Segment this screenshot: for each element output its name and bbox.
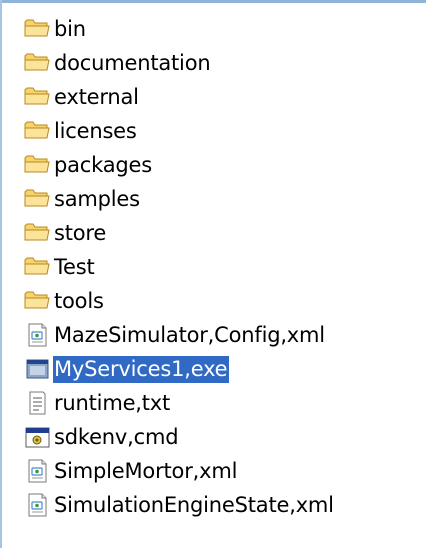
exe-file-icon — [23, 356, 53, 382]
list-item-folder-samples[interactable]: samples — [23, 182, 336, 216]
text-file-icon — [23, 390, 53, 416]
list-item-folder-tools[interactable]: tools — [23, 284, 336, 318]
list-item-folder-documentation[interactable]: documentation — [23, 46, 336, 80]
folder-icon — [23, 186, 53, 212]
item-label: MyServices1,exe — [53, 355, 230, 383]
xml-file-icon — [23, 322, 53, 348]
item-label: tools — [54, 288, 104, 313]
folder-icon — [23, 288, 53, 314]
xml-file-icon — [23, 492, 53, 518]
item-label: store — [54, 220, 107, 245]
item-label: bin — [54, 16, 86, 41]
list-item-file-myservices1-selected[interactable]: MyServices1,exe — [23, 352, 336, 386]
folder-icon — [23, 152, 53, 178]
item-label: licenses — [54, 118, 137, 143]
list-item-folder-licenses[interactable]: licenses — [23, 114, 336, 148]
list-item-folder-store[interactable]: store — [23, 216, 336, 250]
folder-icon — [23, 254, 53, 280]
list-item-file-simplemortor[interactable]: SimpleMortor,xml — [23, 454, 336, 488]
item-label: SimulationEngineState,xml — [54, 492, 334, 517]
list-item-file-sdkenv[interactable]: sdkenv,cmd — [23, 420, 336, 454]
folder-icon — [23, 118, 53, 144]
item-label: documentation — [54, 50, 211, 75]
list-item-file-runtime[interactable]: runtime,txt — [23, 386, 336, 420]
item-label: external — [54, 84, 139, 109]
list-item-folder-external[interactable]: external — [23, 80, 336, 114]
window-left-border — [0, 0, 2, 548]
item-label: runtime,txt — [54, 390, 171, 415]
item-label: packages — [54, 152, 152, 177]
xml-file-icon — [23, 458, 53, 484]
list-item-folder-test[interactable]: Test — [23, 250, 336, 284]
list-item-folder-bin[interactable]: bin — [23, 12, 336, 46]
item-label: sdkenv,cmd — [54, 424, 179, 449]
file-list: bin documentation external licenses pack… — [23, 12, 336, 522]
folder-icon — [23, 50, 53, 76]
folder-icon — [23, 84, 53, 110]
folder-icon — [23, 16, 53, 42]
list-item-file-simulationenginestate[interactable]: SimulationEngineState,xml — [23, 488, 336, 522]
item-label: SimpleMortor,xml — [54, 458, 238, 483]
cmd-file-icon — [23, 424, 53, 450]
list-item-folder-packages[interactable]: packages — [23, 148, 336, 182]
item-label: Test — [54, 254, 95, 279]
item-label: samples — [54, 186, 140, 211]
list-item-file-mazesimulator-config[interactable]: MazeSimulator,Config,xml — [23, 318, 336, 352]
folder-icon — [23, 220, 53, 246]
window-top-border — [0, 0, 426, 3]
item-label: MazeSimulator,Config,xml — [54, 322, 325, 347]
